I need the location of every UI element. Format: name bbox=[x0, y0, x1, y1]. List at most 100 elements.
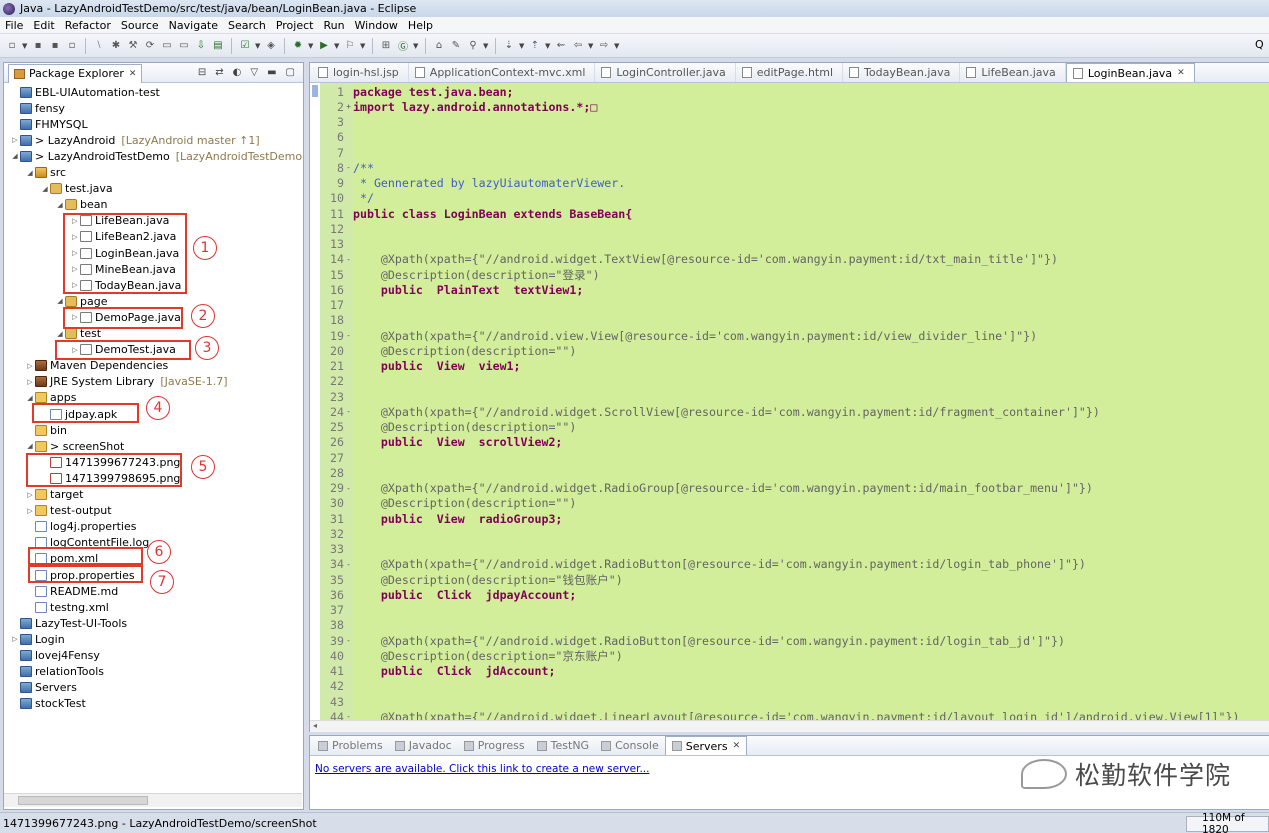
checkbox-icon[interactable]: ☑ bbox=[238, 39, 252, 53]
tree-item[interactable]: ▷ > LazyAndroid [LazyAndroid master ↑1] bbox=[10, 132, 259, 148]
chevron-down-icon[interactable]: ▼ bbox=[360, 42, 366, 50]
tree-item[interactable]: ◢ src bbox=[25, 165, 66, 181]
code-line[interactable]: 14- @Xpath(xpath={"//android.widget.Text… bbox=[320, 252, 1058, 267]
tree-item[interactable]: testng.xml bbox=[25, 599, 109, 615]
quick-access-search-icon[interactable]: Q bbox=[1255, 38, 1269, 54]
menu-project[interactable]: Project bbox=[271, 19, 319, 32]
last-edit-icon[interactable]: ⇜ bbox=[554, 39, 568, 53]
code-line[interactable]: 13 bbox=[320, 237, 353, 252]
tab-console[interactable]: Console bbox=[595, 736, 665, 755]
tree-item[interactable]: relationTools bbox=[10, 664, 104, 680]
editor-tab[interactable]: TodayBean.java bbox=[843, 63, 961, 82]
tree-item[interactable]: ◢ bean bbox=[55, 197, 107, 213]
code-line[interactable]: 34- @Xpath(xpath={"//android.widget.Radi… bbox=[320, 557, 1086, 572]
tab-servers[interactable]: Servers ✕ bbox=[664, 736, 748, 755]
code-line[interactable]: 40 @Description(description="京东账户") bbox=[320, 648, 623, 663]
menu-help[interactable]: Help bbox=[403, 19, 438, 32]
open-task-icon[interactable]: ✎ bbox=[449, 39, 463, 53]
code-line[interactable]: 10 */ bbox=[320, 191, 374, 206]
collapsed-twisty-icon[interactable]: ▷ bbox=[25, 378, 35, 386]
code-line[interactable]: 44- @Xpath(xpath={"//android.widget.Line… bbox=[320, 709, 1239, 720]
code-area[interactable]: 1 package test.java.bean; 2 + import lazy.an… bbox=[310, 83, 1269, 720]
fold-toggle-icon[interactable]: + bbox=[344, 102, 353, 111]
expanded-twisty-icon[interactable]: ◢ bbox=[55, 297, 65, 305]
menu-search[interactable]: Search bbox=[223, 19, 271, 32]
fold-toggle-icon[interactable]: - bbox=[344, 407, 353, 416]
code-line[interactable]: 36 public Click jdpayAccount; bbox=[320, 587, 576, 602]
window-icon[interactable]: ▭ bbox=[177, 39, 191, 53]
tree-item[interactable]: ◢ > screenShot bbox=[25, 438, 124, 454]
code-line[interactable]: 28 bbox=[320, 465, 353, 480]
server-icon[interactable]: ▤ bbox=[211, 39, 225, 53]
save-icon[interactable]: ▪ bbox=[31, 39, 45, 53]
code-line[interactable]: 21 public View view1; bbox=[320, 359, 521, 374]
search-tool-icon[interactable]: ⚲ bbox=[466, 39, 480, 53]
editor-tab[interactable]: LoginController.java bbox=[595, 63, 736, 82]
menu-refactor[interactable]: Refactor bbox=[60, 19, 116, 32]
menu-window[interactable]: Window bbox=[350, 19, 403, 32]
tree-item[interactable]: lovej4Fensy bbox=[10, 648, 100, 664]
menu-edit[interactable]: Edit bbox=[28, 19, 59, 32]
maximize-icon[interactable]: ▢ bbox=[286, 67, 295, 78]
annotation-icon[interactable]: ⇣ bbox=[502, 39, 516, 53]
close-icon[interactable]: ✕ bbox=[1177, 68, 1185, 78]
new-icon[interactable]: ▫ bbox=[5, 39, 19, 53]
editor-tab[interactable]: login-hsl.jsp bbox=[312, 63, 409, 82]
back-icon[interactable]: ⇦ bbox=[571, 39, 585, 53]
code-line[interactable]: 25 @Description(description="") bbox=[320, 420, 576, 435]
expanded-twisty-icon[interactable]: ◢ bbox=[10, 152, 20, 160]
horizontal-scrollbar[interactable] bbox=[4, 793, 302, 807]
code-line[interactable]: 20 @Description(description="") bbox=[320, 343, 576, 358]
run-icon[interactable]: ▶ bbox=[317, 39, 331, 53]
minimize-icon[interactable]: ▬ bbox=[267, 67, 276, 78]
build-icon[interactable]: ⚒ bbox=[126, 39, 140, 53]
new-package-icon[interactable]: ⊞ bbox=[379, 39, 393, 53]
code-line[interactable]: 24- @Xpath(xpath={"//android.widget.Scro… bbox=[320, 404, 1100, 419]
code-line[interactable]: 18 bbox=[320, 313, 353, 328]
debug-icon[interactable]: ✹ bbox=[291, 39, 305, 53]
tree-item[interactable]: ▷ test-output bbox=[25, 503, 111, 519]
chevron-down-icon[interactable]: ▼ bbox=[614, 42, 620, 50]
tree-item[interactable]: Servers bbox=[10, 680, 77, 696]
tree-item[interactable]: ▷ Login bbox=[10, 631, 64, 647]
tree-item[interactable]: ◢ > LazyAndroidTestDemo [LazyAndroidTestDe… bbox=[10, 148, 303, 164]
close-icon[interactable]: ✕ bbox=[733, 741, 741, 751]
open-type-icon[interactable]: ⌂ bbox=[432, 39, 446, 53]
fold-toggle-icon[interactable]: - bbox=[344, 560, 353, 569]
code-line[interactable]: 8-/** bbox=[320, 160, 374, 175]
tree-item[interactable]: ▷ JRE System Library [JavaSE-1.7] bbox=[25, 374, 227, 390]
external-tools-icon[interactable]: ⚐ bbox=[343, 39, 357, 53]
focus-task-icon[interactable]: ◐ bbox=[233, 67, 242, 78]
view-menu-icon[interactable]: ▽ bbox=[250, 67, 258, 78]
fold-toggle-icon[interactable]: - bbox=[344, 636, 353, 645]
fold-toggle-icon[interactable]: - bbox=[344, 712, 353, 720]
tree-item[interactable]: ▷ Maven Dependencies bbox=[25, 358, 168, 374]
new-class-icon[interactable]: Ⓖ bbox=[396, 39, 410, 53]
collapse-all-icon[interactable]: ⊟ bbox=[198, 67, 206, 78]
expanded-twisty-icon[interactable]: ◢ bbox=[25, 442, 35, 450]
fold-toggle-icon[interactable]: - bbox=[344, 331, 353, 340]
code-line[interactable]: 42 bbox=[320, 679, 353, 694]
toggle-mark-icon[interactable]: ⧵ bbox=[92, 39, 106, 53]
tab-problems[interactable]: Problems bbox=[312, 736, 389, 755]
fold-toggle-icon[interactable]: - bbox=[344, 484, 353, 493]
code-line[interactable]: 32 bbox=[320, 526, 353, 541]
collapsed-twisty-icon[interactable]: ▷ bbox=[25, 362, 35, 370]
tree-item[interactable]: EBL-UIAutomation-test bbox=[10, 84, 160, 100]
expanded-twisty-icon[interactable]: ◢ bbox=[55, 201, 65, 209]
expanded-twisty-icon[interactable]: ◢ bbox=[40, 185, 50, 193]
menu-source[interactable]: Source bbox=[116, 19, 164, 32]
tree-item[interactable]: ▷ target bbox=[25, 487, 83, 503]
expanded-twisty-icon[interactable]: ◢ bbox=[25, 394, 35, 402]
heap-status[interactable]: 110M of 1820 bbox=[1186, 812, 1269, 833]
menu-run[interactable]: Run bbox=[318, 19, 349, 32]
collapsed-twisty-icon[interactable]: ▷ bbox=[25, 491, 35, 499]
tree-item[interactable]: LazyTest-UI-Tools bbox=[10, 615, 127, 631]
collapsed-twisty-icon[interactable]: ▷ bbox=[25, 507, 35, 515]
scrollbar-thumb[interactable] bbox=[18, 796, 148, 805]
terminal-icon[interactable]: ▭ bbox=[160, 39, 174, 53]
code-line[interactable]: 6 bbox=[320, 130, 353, 145]
tab-testng[interactable]: TestNG bbox=[531, 736, 595, 755]
tree-item[interactable]: stockTest bbox=[10, 696, 86, 712]
chevron-down-icon[interactable]: ▼ bbox=[545, 42, 551, 50]
